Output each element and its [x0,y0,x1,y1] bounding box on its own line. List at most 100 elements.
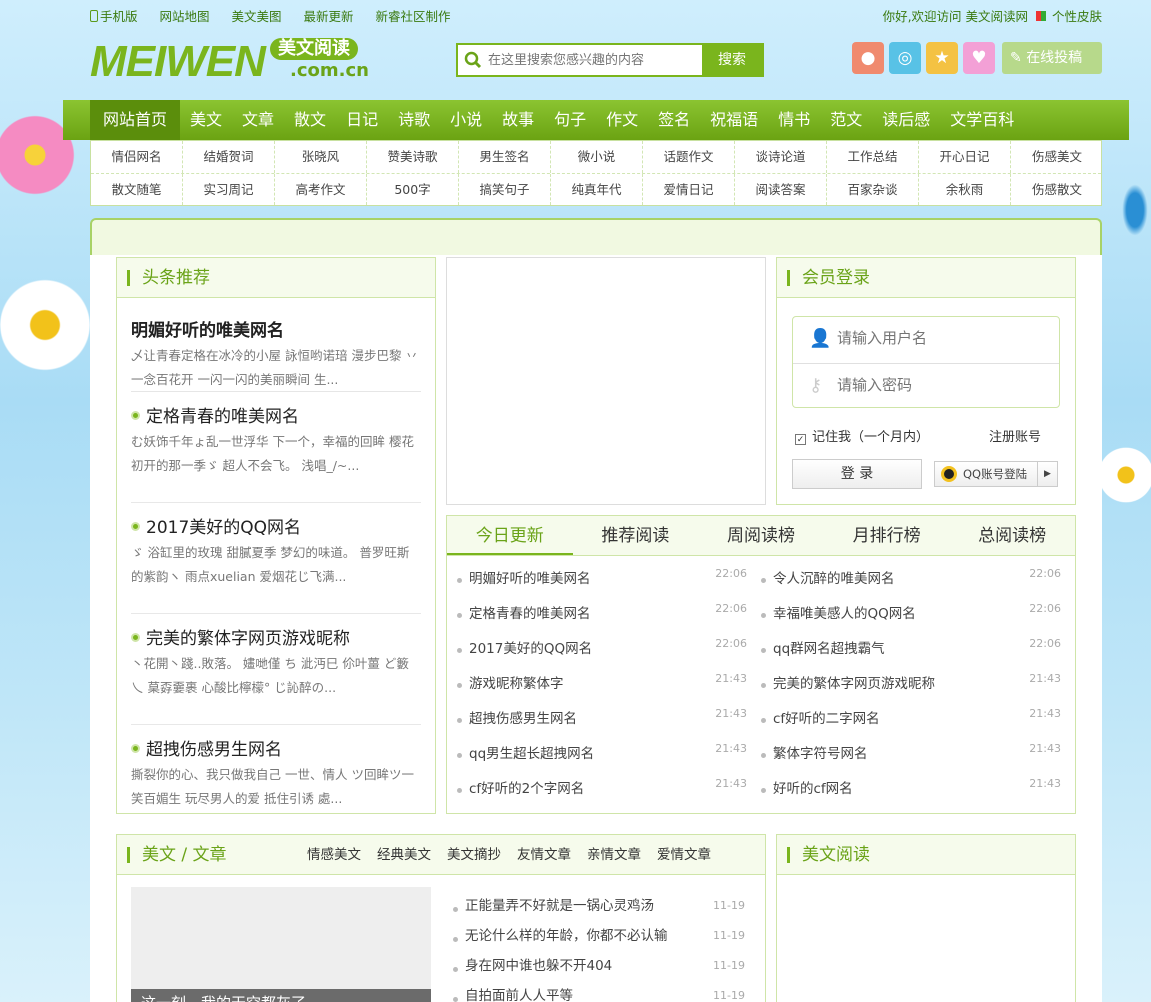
list-item[interactable]: cf好听的2个字网名 21:43 [455,772,755,807]
nav-item[interactable]: 美文 [180,100,232,140]
subnav-link[interactable]: 谈诗论道 [735,141,827,173]
subnav-link[interactable]: 情侣网名 [91,141,183,173]
mobile-link[interactable]: 手机版 [90,6,138,25]
remember-checkbox[interactable]: ✓ [795,434,806,445]
list-item[interactable]: 繁体字符号网名 21:43 [759,737,1069,772]
headline-item-desc: む妖饰千年ょ乱一世浮华 下一个，幸福的回眸 樱花初开的那一季ゞ 超人不会飞。 浅… [131,434,414,473]
headline-top-title[interactable]: 明媚好听的唯美网名 [131,316,421,341]
subnav-link[interactable]: 伤感美文 [1011,141,1103,173]
category-link[interactable]: 美文摘抄 [447,847,501,863]
subnav-link[interactable]: 男生签名 [459,141,551,173]
search-button[interactable]: 搜索 [702,45,762,75]
list-item[interactable]: 幸福唯美感人的QQ网名 22:06 [759,597,1069,632]
nav-item[interactable]: 日记 [336,100,388,140]
list-item-time: 21:43 [715,777,747,790]
nav-item[interactable]: 故事 [492,100,544,140]
nav-item[interactable]: 签名 [648,100,700,140]
subnav-link[interactable]: 500字 [367,174,459,205]
search-input[interactable] [488,49,698,71]
subnav-link[interactable]: 实习周记 [183,174,275,205]
list-item-title: 无论什么样的年龄，你都不必认输 [465,928,668,944]
login-button[interactable]: 登 录 [792,459,922,489]
nav-item[interactable]: 情书 [768,100,820,140]
nav-item[interactable]: 网站首页 [90,100,181,140]
nav-item[interactable]: 散文 [284,100,336,140]
list-item[interactable]: 令人沉醉的唯美网名 22:06 [759,562,1069,597]
headline-item-title[interactable]: 定格青春的唯美网名 [131,402,421,427]
skin-link[interactable]: 个性皮肤 [1052,9,1102,24]
subnav-link[interactable]: 搞笑句子 [459,174,551,205]
list-item[interactable]: 游戏昵称繁体字 21:43 [455,667,755,702]
subnav-link[interactable]: 散文随笔 [91,174,183,205]
headline-item-title[interactable]: 完美的繁体字网页游戏昵称 [131,624,421,649]
subnav-link[interactable]: 微小说 [551,141,643,173]
headline-item-title[interactable]: 超拽伤感男生网名 [131,735,421,760]
subnav-link[interactable]: 张晓风 [275,141,367,173]
latest-update-link[interactable]: 最新更新 [304,6,354,25]
updates-tab[interactable]: 周阅读榜 [698,516,824,555]
weibo-icon[interactable]: ● [852,42,884,74]
subnav-link[interactable]: 伤感散文 [1011,174,1103,205]
meiwen-pics-link[interactable]: 美文美图 [232,6,282,25]
credit-link[interactable]: 新睿社区制作 [376,6,451,25]
list-item-time: 21:43 [1029,777,1061,790]
category-link[interactable]: 经典美文 [377,847,431,863]
sitemap-link[interactable]: 网站地图 [160,6,210,25]
flower-decoration-right [1098,440,1151,510]
list-item[interactable]: 无论什么样的年龄，你都不必认输 11-19 [451,921,753,951]
star-icon[interactable]: ★ [926,42,958,74]
updates-tab[interactable]: 推荐阅读 [573,516,699,555]
username-input[interactable] [837,329,1037,347]
updates-tab[interactable]: 总阅读榜 [949,516,1075,555]
list-item[interactable]: 2017美好的QQ网名 22:06 [455,632,755,667]
featured-image-slot[interactable] [446,257,766,505]
register-link[interactable]: 注册账号 [989,426,1041,445]
subnav-link[interactable]: 工作总结 [827,141,919,173]
list-item[interactable]: 完美的繁体字网页游戏昵称 21:43 [759,667,1069,702]
subnav-link[interactable]: 开心日记 [919,141,1011,173]
list-item[interactable]: qq男生超长超拽网名 21:43 [455,737,755,772]
subnav-link[interactable]: 高考作文 [275,174,367,205]
subnav-link[interactable]: 阅读答案 [735,174,827,205]
nav-item[interactable]: 诗歌 [388,100,440,140]
nav-item[interactable]: 句子 [544,100,596,140]
heart-icon[interactable]: ♥ [963,42,995,74]
site-logo[interactable]: MEIWEN 美文阅读 .com.cn [90,38,380,86]
nav-item[interactable]: 作文 [596,100,648,140]
nav-item[interactable]: 读后感 [872,100,940,140]
list-item-time: 22:06 [1029,602,1061,615]
list-item[interactable]: 自拍面前人人平等 11-19 [451,981,753,1002]
subnav-link[interactable]: 纯真年代 [551,174,643,205]
password-input[interactable] [837,376,1037,394]
qq-login-button[interactable]: QQ账号登陆 ▶ [934,461,1058,487]
updates-tab[interactable]: 今日更新 [447,516,573,555]
updates-tab[interactable]: 月排行榜 [824,516,950,555]
nav-item[interactable]: 文学百科 [940,100,1024,140]
list-item[interactable]: cf好听的二字网名 21:43 [759,702,1069,737]
category-link[interactable]: 亲情文章 [587,847,641,863]
subnav-link[interactable]: 百家杂谈 [827,174,919,205]
list-item[interactable]: 定格青春的唯美网名 22:06 [455,597,755,632]
subnav-link[interactable]: 余秋雨 [919,174,1011,205]
subnav-link[interactable]: 话题作文 [643,141,735,173]
headline-item-title[interactable]: 2017美好的QQ网名 [131,513,421,538]
tencent-weibo-icon[interactable]: ◎ [889,42,921,74]
subnav-link[interactable]: 赞美诗歌 [367,141,459,173]
category-link[interactable]: 爱情文章 [657,847,711,863]
subnav-link[interactable]: 爱情日记 [643,174,735,205]
meiwen-image[interactable]: 这一刻，我的天空都灰了 [131,887,431,1002]
list-item[interactable]: 超拽伤感男生网名 21:43 [455,702,755,737]
list-item[interactable]: 明媚好听的唯美网名 22:06 [455,562,755,597]
subnav-link[interactable]: 结婚贺词 [183,141,275,173]
nav-item[interactable]: 范文 [820,100,872,140]
nav-item[interactable]: 祝福语 [700,100,768,140]
nav-item[interactable]: 文章 [232,100,284,140]
category-link[interactable]: 友情文章 [517,847,571,863]
list-item[interactable]: qq群网名超拽霸气 22:06 [759,632,1069,667]
nav-item[interactable]: 小说 [440,100,492,140]
submit-article-button[interactable]: ✎ 在线投稿 [1002,42,1102,74]
category-link[interactable]: 情感美文 [307,847,361,863]
list-item[interactable]: 正能量弄不好就是一锅心灵鸡汤 11-19 [451,891,753,921]
list-item[interactable]: 好听的cf网名 21:43 [759,772,1069,807]
list-item[interactable]: 身在网中谁也躲不开404 11-19 [451,951,753,981]
